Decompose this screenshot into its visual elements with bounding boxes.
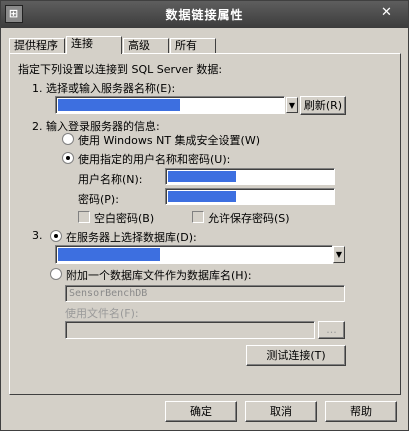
username-label: 用户名称(N): [78, 173, 143, 186]
radio-nt-security[interactable] [62, 133, 74, 145]
use-filename-label: 使用文件名(F): [65, 307, 139, 320]
ok-button[interactable]: 确定 [165, 401, 237, 422]
cancel-button[interactable]: 取消 [245, 401, 317, 422]
refresh-button[interactable]: 刷新(R) [300, 96, 346, 115]
tab-advanced[interactable]: 高级 [123, 38, 169, 53]
username-selection [168, 171, 236, 182]
radio-attach-database[interactable] [50, 268, 62, 280]
password-label: 密码(P): [78, 193, 119, 206]
username-input[interactable] [165, 168, 335, 185]
allow-save-password-checkbox[interactable] [192, 211, 204, 223]
blank-password-checkbox[interactable] [78, 211, 90, 223]
radio-user-password[interactable] [62, 152, 74, 164]
window-icon[interactable]: ⊞ [5, 5, 23, 23]
radio-select-database-label: 在服务器上选择数据库(D): [66, 231, 197, 244]
server-name-input[interactable] [55, 96, 285, 114]
step3-number: 3. [32, 229, 43, 242]
filename-input[interactable] [65, 321, 315, 339]
server-name-selection [58, 99, 180, 111]
attach-database-name-input[interactable]: SensorBenchDB [65, 285, 345, 302]
window-title: 数据链接属性 [165, 8, 244, 22]
database-selection [58, 248, 160, 261]
password-input[interactable] [165, 188, 335, 205]
server-dropdown-icon[interactable]: ▼ [286, 97, 298, 113]
database-select[interactable] [55, 245, 333, 264]
allow-save-password-label: 允许保存密码(S) [208, 212, 290, 225]
data-link-properties-dialog: ⊞ 数据链接属性 ✕ 提供程序 连接 高级 所有 指定下列设置以连接到 SQL … [0, 0, 409, 431]
radio-nt-label: 使用 Windows NT 集成安全设置(W) [78, 134, 260, 147]
step1-label: 1. 选择或输入服务器名称(E): [32, 82, 176, 95]
tab-all[interactable]: 所有 [170, 38, 216, 53]
tab-provider[interactable]: 提供程序 [9, 38, 65, 53]
radio-user-label: 使用指定的用户名称和密码(U): [78, 153, 231, 166]
intro-text: 指定下列设置以连接到 SQL Server 数据: [18, 63, 223, 76]
tab-connection[interactable]: 连接 [66, 36, 122, 54]
title-bar: ⊞ 数据链接属性 ✕ [1, 1, 408, 28]
database-dropdown-icon[interactable]: ▼ [333, 246, 345, 263]
help-button[interactable]: 帮助 [325, 401, 397, 422]
radio-attach-database-label: 附加一个数据库文件作为数据库名(H): [66, 269, 252, 282]
radio-select-database[interactable] [50, 230, 62, 242]
test-connection-button[interactable]: 测试连接(T) [246, 345, 346, 366]
blank-password-label: 空白密码(B) [94, 212, 155, 225]
password-selection [168, 191, 236, 202]
close-icon[interactable]: ✕ [376, 3, 398, 23]
browse-button[interactable]: ... [318, 321, 345, 339]
connection-panel: 指定下列设置以连接到 SQL Server 数据: 1. 选择或输入服务器名称(… [9, 53, 401, 395]
